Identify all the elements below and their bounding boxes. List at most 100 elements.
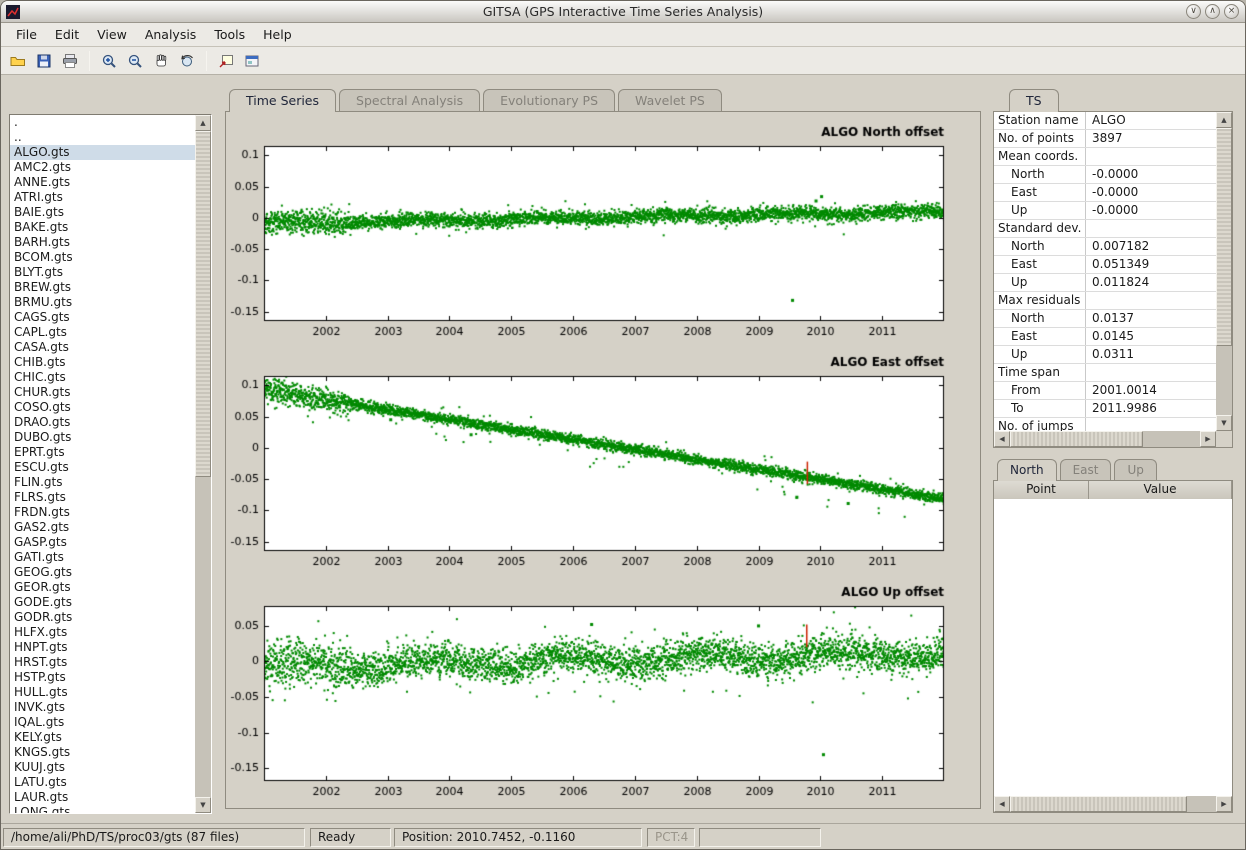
file-item[interactable]: LONG.gts <box>10 805 195 813</box>
file-item[interactable]: CHUR.gts <box>10 385 195 400</box>
file-item[interactable]: LATU.gts <box>10 775 195 790</box>
maximize-button[interactable]: ∧ <box>1205 4 1220 19</box>
menu-item-file[interactable]: File <box>7 24 46 45</box>
menu-item-analysis[interactable]: Analysis <box>136 24 206 45</box>
file-item[interactable]: BREW.gts <box>10 280 195 295</box>
file-item[interactable]: BAKE.gts <box>10 220 195 235</box>
file-item[interactable]: DRAO.gts <box>10 415 195 430</box>
file-item[interactable]: BAIE.gts <box>10 205 195 220</box>
data-cursor-button[interactable] <box>214 49 238 73</box>
scroll-up-icon[interactable]: ▲ <box>1216 112 1232 128</box>
file-item[interactable]: CAGS.gts <box>10 310 195 325</box>
file-item[interactable]: COSO.gts <box>10 400 195 415</box>
file-item[interactable]: HSTP.gts <box>10 670 195 685</box>
pan-button[interactable] <box>149 49 173 73</box>
file-item[interactable]: BARH.gts <box>10 235 195 250</box>
file-item[interactable]: .. <box>10 130 195 145</box>
scrollbar-thumb[interactable] <box>195 131 211 477</box>
file-item[interactable]: AMC2.gts <box>10 160 195 175</box>
scrollbar-thumb[interactable] <box>1216 128 1232 346</box>
rotate-3d-icon <box>179 53 195 69</box>
save-button[interactable] <box>32 49 56 73</box>
file-item[interactable]: FLRS.gts <box>10 490 195 505</box>
file-item[interactable]: EPRT.gts <box>10 445 195 460</box>
north-offset-plot[interactable] <box>226 116 980 346</box>
tab-up[interactable]: Up <box>1114 459 1156 480</box>
file-item[interactable]: KNGS.gts <box>10 745 195 760</box>
file-item[interactable]: LAUR.gts <box>10 790 195 805</box>
file-item[interactable]: DUBO.gts <box>10 430 195 445</box>
tab-evolutionary-ps[interactable]: Evolutionary PS <box>483 89 615 111</box>
file-item[interactable]: . <box>10 115 195 130</box>
zoom-in-button[interactable] <box>97 49 121 73</box>
scrollbar-track[interactable] <box>195 131 211 797</box>
scrollbar-track[interactable] <box>1010 431 1200 447</box>
scroll-right-icon[interactable]: ▶ <box>1216 796 1232 812</box>
rotate-3d-button[interactable] <box>175 49 199 73</box>
up-offset-plot[interactable] <box>226 576 980 806</box>
scroll-left-icon[interactable]: ◀ <box>994 431 1010 447</box>
scroll-down-icon[interactable]: ▼ <box>195 797 211 813</box>
close-button[interactable]: × <box>1224 4 1239 19</box>
file-item[interactable]: CAPL.gts <box>10 325 195 340</box>
property-editor-button[interactable] <box>240 49 264 73</box>
scrollbar-track[interactable] <box>1216 128 1232 415</box>
tab-time-series[interactable]: Time Series <box>229 89 336 112</box>
scrollbar-thumb[interactable] <box>1010 431 1143 447</box>
file-item[interactable]: CHIC.gts <box>10 370 195 385</box>
info-horizontal-scrollbar[interactable]: ◀ ▶ <box>994 431 1216 447</box>
file-item[interactable]: KUUJ.gts <box>10 760 195 775</box>
info-row: North0.0137 <box>994 310 1216 328</box>
scrollbar-track[interactable] <box>1010 796 1216 812</box>
title-bar[interactable]: GITSA (GPS Interactive Time Series Analy… <box>1 1 1245 23</box>
file-item[interactable]: HULL.gts <box>10 685 195 700</box>
menu-item-view[interactable]: View <box>88 24 136 45</box>
property-editor-icon <box>244 53 260 69</box>
tab-ts[interactable]: TS <box>1009 89 1059 112</box>
scroll-down-icon[interactable]: ▼ <box>1216 415 1232 431</box>
tab-east[interactable]: East <box>1060 459 1112 480</box>
file-item[interactable]: FLIN.gts <box>10 475 195 490</box>
file-item[interactable]: HNPT.gts <box>10 640 195 655</box>
minimize-button[interactable]: ∨ <box>1186 4 1201 19</box>
file-item[interactable]: GAS2.gts <box>10 520 195 535</box>
file-item[interactable]: GASP.gts <box>10 535 195 550</box>
file-item[interactable]: ALGO.gts <box>10 145 195 160</box>
file-item[interactable]: GODR.gts <box>10 610 195 625</box>
file-item[interactable]: ANNE.gts <box>10 175 195 190</box>
file-item[interactable]: BCOM.gts <box>10 250 195 265</box>
file-item[interactable]: CHIB.gts <box>10 355 195 370</box>
tab-north[interactable]: North <box>997 459 1057 481</box>
file-list-scrollbar[interactable]: ▲ ▼ <box>195 115 211 813</box>
file-item[interactable]: FRDN.gts <box>10 505 195 520</box>
file-item[interactable]: GODE.gts <box>10 595 195 610</box>
file-item[interactable]: HRST.gts <box>10 655 195 670</box>
file-item[interactable]: ATRI.gts <box>10 190 195 205</box>
file-item[interactable]: GEOG.gts <box>10 565 195 580</box>
info-vertical-scrollbar[interactable]: ▲ ▼ <box>1216 112 1232 431</box>
print-button[interactable] <box>58 49 82 73</box>
file-item[interactable]: IQAL.gts <box>10 715 195 730</box>
tab-spectral-analysis[interactable]: Spectral Analysis <box>339 89 480 111</box>
menu-item-edit[interactable]: Edit <box>46 24 88 45</box>
file-item[interactable]: HLFX.gts <box>10 625 195 640</box>
scroll-left-icon[interactable]: ◀ <box>994 796 1010 812</box>
file-item[interactable]: BRMU.gts <box>10 295 195 310</box>
zoom-out-button[interactable] <box>123 49 147 73</box>
scroll-up-icon[interactable]: ▲ <box>195 115 211 131</box>
scrollbar-thumb[interactable] <box>1010 796 1187 812</box>
file-item[interactable]: ESCU.gts <box>10 460 195 475</box>
file-item[interactable]: KELY.gts <box>10 730 195 745</box>
east-offset-plot[interactable] <box>226 346 980 576</box>
file-item[interactable]: GEOR.gts <box>10 580 195 595</box>
menu-item-tools[interactable]: Tools <box>205 24 254 45</box>
file-item[interactable]: BLYT.gts <box>10 265 195 280</box>
residual-horizontal-scrollbar[interactable]: ◀ ▶ <box>994 796 1232 812</box>
file-item[interactable]: CASA.gts <box>10 340 195 355</box>
scroll-right-icon[interactable]: ▶ <box>1200 431 1216 447</box>
file-item[interactable]: INVK.gts <box>10 700 195 715</box>
tab-wavelet-ps[interactable]: Wavelet PS <box>618 89 722 111</box>
menu-item-help[interactable]: Help <box>254 24 301 45</box>
file-item[interactable]: GATI.gts <box>10 550 195 565</box>
open-button[interactable] <box>6 49 30 73</box>
